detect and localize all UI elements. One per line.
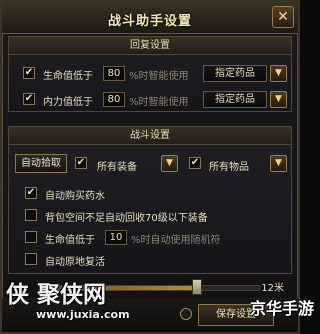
auto-recycle-checkbox[interactable]	[25, 209, 37, 221]
hp-item-dropdown[interactable]: 指定药品	[203, 65, 267, 82]
combat-panel: 战斗设置 自动拾取 ✔ 所有装备 ▼ ✔ 所有物品 ▼ ✔ 自动购买药水 背包空…	[8, 126, 292, 274]
mp-recovery-row: ✔ 内力值低于 80 %时智能使用 指定药品 ▼	[9, 89, 291, 109]
juxia-watermark-logo: 侠 聚侠网	[6, 281, 107, 308]
hp-recovery-suffix: %时智能使用	[129, 71, 189, 82]
auto-buy-row: ✔ 自动购买药水	[9, 183, 291, 203]
range-slider-handle[interactable]	[192, 279, 202, 295]
recovery-panel: 回复设置 ✔ 生命值低于 80 %时智能使用 指定药品 ▼ ✔ 内力值低于 80…	[8, 36, 292, 112]
hp-recovery-label: 生命值低于	[43, 71, 93, 82]
hp-charm-row: 生命值低于 10 %时自动使用随机符	[9, 227, 291, 247]
auto-revive-checkbox[interactable]	[25, 253, 37, 265]
radio-icon[interactable]	[180, 308, 192, 320]
mp-threshold-input[interactable]: 80	[103, 92, 125, 107]
chevron-down-icon[interactable]: ▼	[270, 65, 287, 82]
jinghua-watermark: 京华手游	[249, 299, 314, 318]
item-filter-label: 所有物品	[209, 162, 249, 173]
equip-filter-label: 所有装备	[97, 162, 137, 173]
hp-charm-suffix: %时自动使用随机符	[131, 235, 221, 246]
hp-recovery-checkbox[interactable]: ✔	[23, 67, 35, 79]
hp-charm-threshold-input[interactable]: 10	[105, 230, 127, 245]
auto-pick-button[interactable]: 自动拾取	[15, 154, 67, 173]
mp-recovery-suffix: %时智能使用	[129, 97, 189, 108]
equip-filter-checkbox[interactable]: ✔	[75, 157, 87, 169]
auto-buy-checkbox[interactable]: ✔	[25, 187, 37, 199]
juxia-watermark-url: www.juxia.com	[36, 308, 130, 321]
hp-charm-checkbox[interactable]	[25, 231, 37, 243]
chevron-down-icon[interactable]: ▼	[270, 155, 287, 172]
mp-recovery-label: 内力值低于	[43, 97, 93, 108]
item-filter-checkbox[interactable]: ✔	[189, 157, 201, 169]
combat-header: 战斗设置	[9, 127, 291, 145]
recovery-header: 回复设置	[9, 37, 291, 55]
mp-item-dropdown[interactable]: 指定药品	[203, 91, 267, 108]
auto-revive-row: 自动原地复活	[9, 249, 291, 269]
auto-recycle-row: 背包空间不足自动回收70级以下装备	[9, 205, 291, 225]
auto-buy-label: 自动购买药水	[45, 191, 105, 202]
window-title: 战斗助手设置	[107, 14, 192, 29]
hp-charm-label: 生命值低于	[45, 235, 95, 246]
chevron-down-icon[interactable]: ▼	[270, 91, 287, 108]
mp-recovery-checkbox[interactable]: ✔	[23, 93, 35, 105]
range-value-label: 12米	[261, 283, 284, 294]
auto-recycle-label: 背包空间不足自动回收70级以下装备	[45, 213, 208, 224]
chevron-down-icon[interactable]: ▼	[161, 155, 178, 172]
close-icon[interactable]: ✕	[272, 6, 294, 28]
hp-recovery-row: ✔ 生命值低于 80 %时智能使用 指定药品 ▼	[9, 63, 291, 83]
auto-revive-label: 自动原地复活	[45, 257, 105, 268]
title-bar: 战斗助手设置 ✕	[2, 2, 298, 34]
hp-threshold-input[interactable]: 80	[103, 66, 125, 81]
